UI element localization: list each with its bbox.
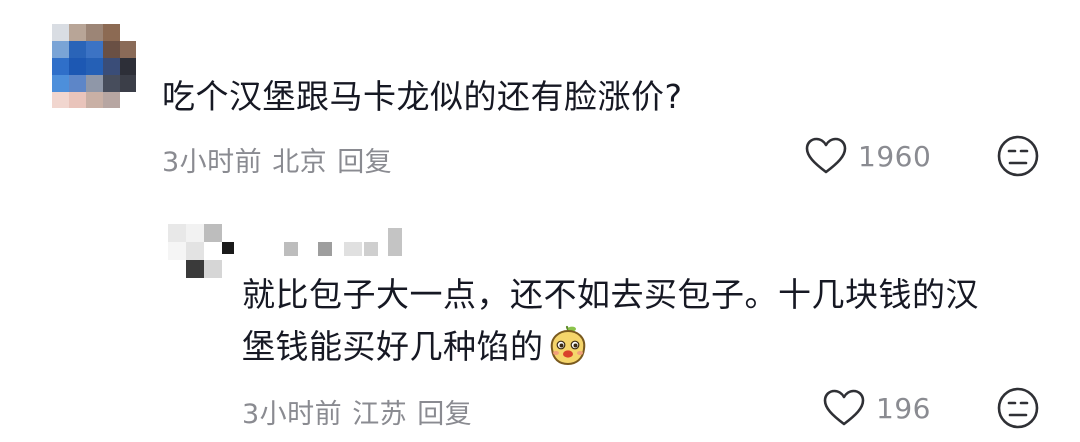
heart-outline-icon xyxy=(805,137,847,174)
username-redacted xyxy=(284,228,404,262)
meh-face-icon xyxy=(997,387,1039,429)
reply-item: 就比包子大一点，还不如去买包子。十几块钱的汉 堡钱能买好几种馅的 3小时前 江苏回… xyxy=(0,200,1080,442)
bun-mascot-emoji xyxy=(550,325,585,365)
like-button[interactable]: 1960 xyxy=(804,136,931,176)
reply-time: 3小时前 xyxy=(242,399,343,430)
comment-item: 吃个汉堡跟马卡龙似的还有脸涨价? 3小时前 北京 回复 1960 xyxy=(0,0,1080,200)
comment-time: 3小时前 xyxy=(162,147,263,178)
reply-button[interactable]: 回复 xyxy=(337,147,392,178)
reply-button[interactable]: 回复 xyxy=(417,399,472,430)
like-button[interactable]: 196 xyxy=(822,388,931,428)
avatar[interactable] xyxy=(168,224,238,278)
like-count: 1960 xyxy=(858,139,932,173)
reply-location: 江苏 xyxy=(352,399,408,430)
meh-face-icon xyxy=(997,135,1039,177)
like-count: 196 xyxy=(876,391,931,425)
reply-text-line-1: 就比包子大一点，还不如去买包子。十几块钱的汉 xyxy=(242,275,979,314)
dislike-button[interactable] xyxy=(996,386,1040,434)
reply-text-line-2: 堡钱能买好几种馅的 xyxy=(242,322,590,372)
comment-meta: 3小时前 北京 回复 xyxy=(162,140,402,179)
comment-text: 吃个汉堡跟马卡龙似的还有脸涨价? xyxy=(162,77,683,116)
avatar[interactable] xyxy=(52,24,136,108)
reply-text-line-2-content: 堡钱能买好几种馅的 xyxy=(242,327,544,366)
comment-location: 北京 xyxy=(272,147,328,178)
heart-outline-icon xyxy=(823,389,865,426)
reply-meta: 3小时前 江苏 回复 xyxy=(242,392,482,431)
dislike-button[interactable] xyxy=(996,134,1040,182)
